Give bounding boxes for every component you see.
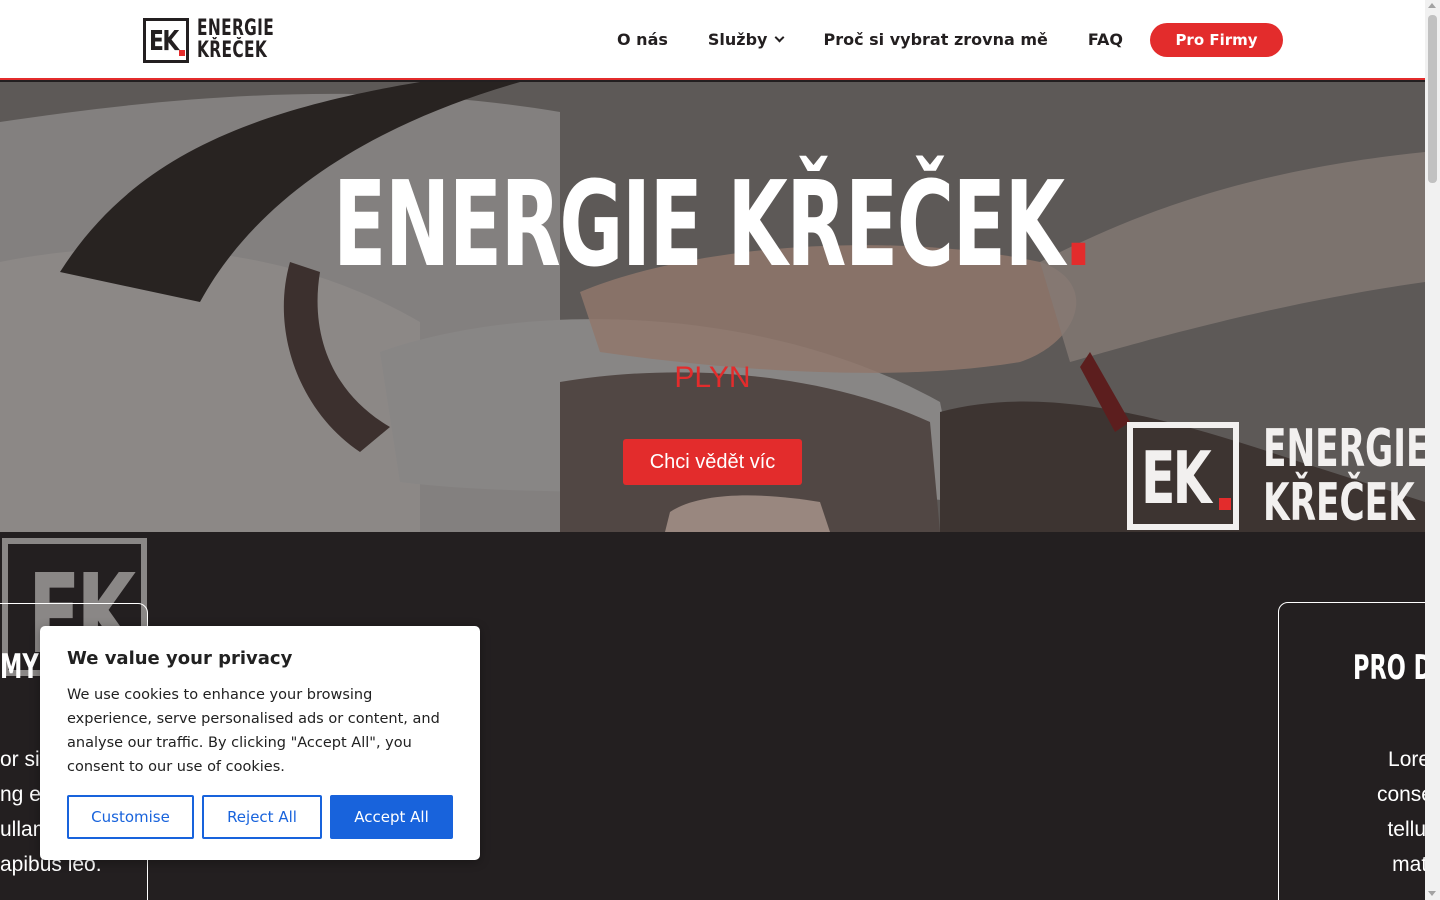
hero-section: ENERGIE KŘEČEK. PLYN Chci vědět víc EK E… bbox=[0, 82, 1425, 532]
hero-title: ENERGIE KŘEČEK. bbox=[242, 160, 1183, 288]
logo-dot bbox=[179, 49, 185, 56]
hero-title-text: ENERGIE KŘEČEK bbox=[333, 155, 1065, 293]
service-card-right-body: Lorem ipsu consectetur a tellus, luctu m… bbox=[1290, 742, 1425, 882]
logo-line-2: KŘEČEK bbox=[197, 38, 268, 63]
hero-watermark-words: ENERGIE KŘEČEK bbox=[1263, 422, 1425, 530]
nav-link-o-nas[interactable]: O nás bbox=[617, 30, 668, 49]
hero-watermark-dot bbox=[1219, 498, 1231, 510]
nav-link-proc[interactable]: Proč si vybrat zrovna mě bbox=[823, 30, 1047, 49]
service-card-right-line: tellus, luctu bbox=[1387, 818, 1425, 841]
hero-subtitle: PLYN bbox=[674, 361, 751, 394]
cookie-consent-banner: We value your privacy We use cookies to … bbox=[40, 626, 480, 860]
accept-all-button[interactable]: Accept All bbox=[330, 795, 453, 839]
logo-mark-text: EK bbox=[149, 23, 179, 57]
learn-more-button[interactable]: Chci vědět víc bbox=[623, 439, 802, 485]
hero-watermark-logo: EK ENERGIE KŘEČEK bbox=[1127, 422, 1425, 532]
reject-all-button[interactable]: Reject All bbox=[202, 795, 322, 839]
hero-watermark-line-2: KŘEČEK bbox=[1263, 473, 1415, 532]
pro-firmy-button[interactable]: Pro Firmy bbox=[1150, 23, 1283, 57]
service-card-right-line: Lorem ipsu bbox=[1388, 748, 1425, 771]
site-header: EK ENERGIE KŘEČEK O nás Služby Proč si v… bbox=[0, 0, 1425, 80]
service-card-right-line: consectetur a bbox=[1376, 783, 1425, 806]
service-card-right-line: mattis, pul bbox=[1392, 853, 1425, 876]
hero-watermark-line-1: ENERGIE bbox=[1263, 419, 1425, 479]
logo-mark: EK bbox=[143, 17, 189, 63]
logo-wordmark: ENERGIE KŘEČEK bbox=[197, 18, 307, 62]
chevron-down-icon bbox=[775, 32, 785, 43]
site-logo[interactable]: EK ENERGIE KŘEČEK bbox=[143, 17, 307, 63]
scroll-up-arrow-icon[interactable] bbox=[1428, 3, 1436, 8]
page-scrollbar[interactable] bbox=[1425, 0, 1440, 900]
hero-watermark-mark-text: EK bbox=[1141, 436, 1212, 520]
nav-link-sluzby[interactable]: Služby bbox=[707, 30, 785, 49]
service-card-left-title: MY bbox=[0, 647, 39, 687]
nav-link-faq[interactable]: FAQ bbox=[1088, 30, 1123, 49]
cookie-description: We use cookies to enhance your browsing … bbox=[67, 687, 440, 775]
service-card-right-title: PRO D bbox=[1353, 648, 1425, 688]
cookie-title: We value your privacy bbox=[67, 648, 293, 669]
scroll-down-arrow-icon[interactable] bbox=[1428, 891, 1436, 896]
scroll-thumb[interactable] bbox=[1428, 15, 1437, 183]
hero-title-dot: . bbox=[1063, 155, 1094, 293]
hero-watermark-mark: EK bbox=[1127, 422, 1239, 530]
customise-button[interactable]: Customise bbox=[67, 795, 194, 839]
nav-link-sluzby-label: Služby bbox=[707, 30, 768, 49]
main-nav: O nás Služby Proč si vybrat zrovna mě FA… bbox=[617, 30, 1123, 49]
logo-line-1: ENERGIE bbox=[197, 16, 275, 41]
